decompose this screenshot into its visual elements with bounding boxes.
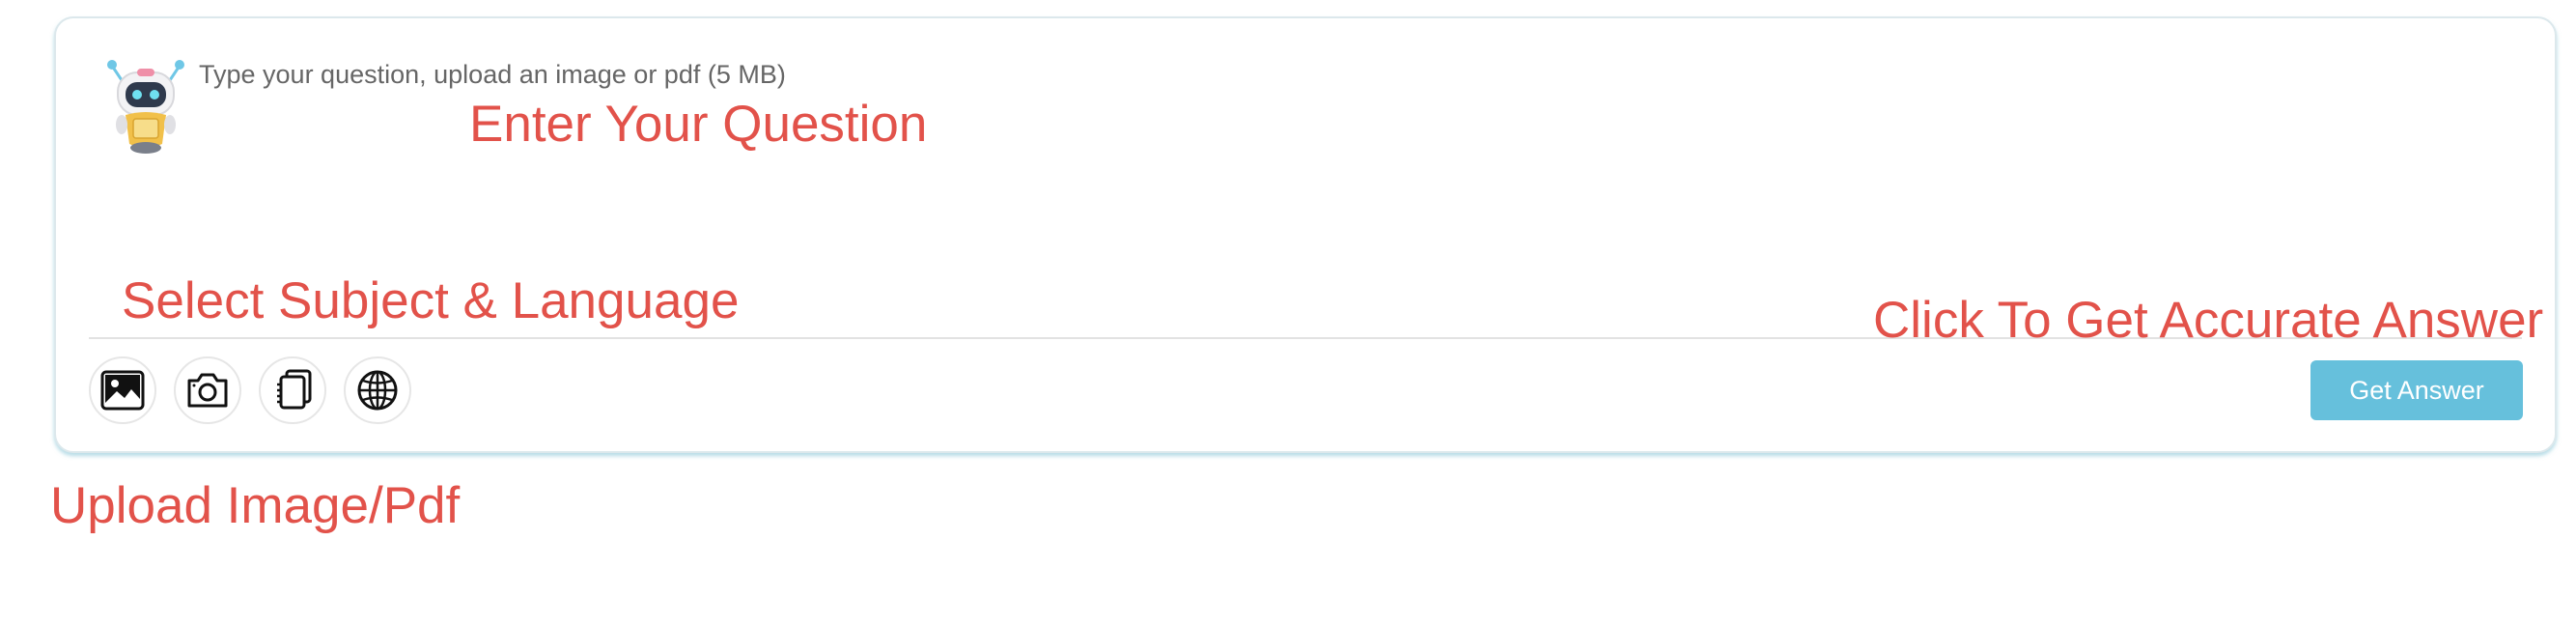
globe-icon (357, 370, 398, 411)
subject-select-button[interactable] (259, 356, 326, 424)
question-composer: Get Answer (54, 16, 2557, 453)
get-answer-button[interactable]: Get Answer (2310, 360, 2523, 420)
camera-button[interactable] (174, 356, 241, 424)
upload-image-button[interactable] (89, 356, 156, 424)
annotation-upload: Upload Image/Pdf (50, 477, 461, 534)
annotation-select-subject-language: Select Subject & Language (122, 272, 740, 329)
annotation-enter-question: Enter Your Question (469, 96, 928, 153)
documents-icon (277, 369, 312, 410)
stage: Get Answer Enter Your Question Select Su… (0, 0, 2576, 626)
camera-icon (187, 373, 228, 408)
image-icon (100, 370, 145, 411)
robot-avatar-icon (107, 60, 184, 154)
language-select-button[interactable] (344, 356, 411, 424)
annotation-get-answer: Click To Get Accurate Answer (1873, 292, 2544, 349)
